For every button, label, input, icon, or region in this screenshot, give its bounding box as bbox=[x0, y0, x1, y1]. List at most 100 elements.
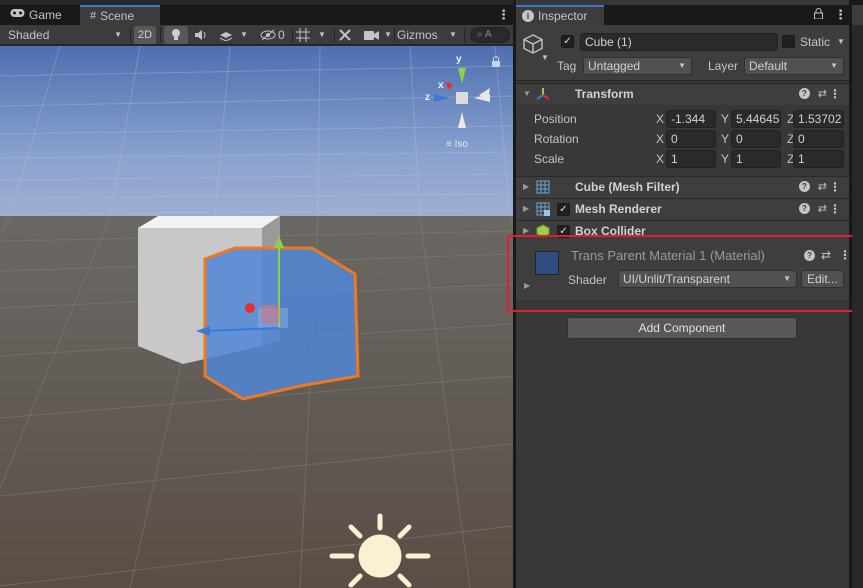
component-more-icon[interactable]: ⋮ bbox=[829, 180, 841, 194]
chevron-down-icon[interactable]: ▼ bbox=[837, 37, 845, 46]
scene-view-canvas[interactable] bbox=[0, 46, 513, 588]
foldout-closed-icon[interactable]: ▶ bbox=[523, 226, 529, 235]
static-checkbox[interactable] bbox=[782, 35, 795, 48]
scale-x-field[interactable]: 1 bbox=[666, 150, 716, 168]
chevron-down-icon[interactable]: ▼ bbox=[541, 53, 549, 62]
gizmos-dropdown[interactable]: Gizmos ▼ bbox=[397, 26, 461, 44]
gameobject-header: ▼ ✓ Cube (1) Static ▼ Tag Untagged ▼ Lay… bbox=[516, 25, 849, 81]
inspector-lock-icon[interactable] bbox=[814, 8, 823, 22]
position-y-label: Y bbox=[721, 112, 730, 126]
toggle-2d-button[interactable]: 2D bbox=[134, 26, 156, 44]
projection-toggle[interactable]: ≡ Iso bbox=[446, 139, 468, 150]
tab-scene-label: Scene bbox=[100, 9, 135, 23]
chevron-down-icon: ▼ bbox=[783, 274, 791, 283]
chevron-down-icon: ▼ bbox=[114, 30, 122, 39]
chevron-down-icon: ▼ bbox=[830, 61, 838, 70]
tab-inspector[interactable]: i Inspector bbox=[516, 5, 604, 25]
active-checkbox[interactable]: ✓ bbox=[561, 35, 574, 48]
transform-body: Position X -1.344 Y 5.44645 Z 1.53702 Ro… bbox=[516, 105, 849, 173]
hash-grid-icon: # bbox=[90, 10, 97, 22]
rotation-z-field[interactable]: 0 bbox=[793, 130, 844, 148]
camera-dropdown[interactable]: ▼ bbox=[364, 26, 394, 44]
tools-button[interactable] bbox=[338, 26, 356, 44]
foldout-closed-icon[interactable]: ▶ bbox=[523, 182, 529, 191]
add-component-button[interactable]: Add Component bbox=[567, 317, 797, 339]
transform-header[interactable]: ▼ Transform ? ⇄ ⋮ bbox=[516, 83, 849, 105]
hidden-count: 0 bbox=[278, 28, 285, 42]
chevron-down-icon: ▼ bbox=[384, 30, 392, 39]
component-more-icon[interactable]: ⋮ bbox=[839, 248, 851, 262]
position-y-field[interactable]: 5.44645 bbox=[731, 110, 781, 128]
gizmos-label: Gizmos bbox=[397, 28, 438, 42]
box-collider-enabled-checkbox[interactable]: ✓ bbox=[557, 225, 570, 238]
tag-dropdown[interactable]: Untagged ▼ bbox=[583, 57, 692, 75]
position-z-field[interactable]: 1.53702 bbox=[793, 110, 844, 128]
scale-y-field[interactable]: 1 bbox=[731, 150, 781, 168]
shader-edit-button[interactable]: Edit... bbox=[801, 270, 844, 288]
tools-wrench-icon bbox=[339, 29, 351, 41]
material-preview-swatch[interactable] bbox=[535, 251, 559, 275]
scene-viewport[interactable]: y x z ≡ Iso bbox=[0, 46, 513, 588]
preset-sliders-icon[interactable]: ⇄ bbox=[818, 202, 827, 215]
chevron-down-icon: ▼ bbox=[449, 30, 457, 39]
inspector-more-icon[interactable]: ⋮ bbox=[834, 8, 847, 21]
selected-cube[interactable] bbox=[203, 246, 360, 401]
shader-label: Shader bbox=[568, 273, 607, 287]
mesh-renderer-enabled-checkbox[interactable]: ✓ bbox=[557, 203, 570, 216]
effects-dropdown[interactable]: ▼ bbox=[218, 26, 248, 44]
axis-y-label: y bbox=[456, 54, 462, 65]
rotation-y-field[interactable]: 0 bbox=[731, 130, 781, 148]
help-icon[interactable]: ? bbox=[804, 250, 815, 261]
projection-lines-icon: ≡ bbox=[446, 139, 452, 150]
help-icon[interactable]: ? bbox=[798, 181, 810, 192]
grid-dropdown[interactable]: ▼ bbox=[296, 26, 330, 44]
tab-scene[interactable]: # Scene bbox=[80, 5, 160, 25]
static-label[interactable]: Static bbox=[800, 35, 830, 49]
tab-game[interactable]: Game bbox=[0, 5, 80, 25]
component-more-icon[interactable]: ⋮ bbox=[829, 202, 841, 216]
axis-z-label: z bbox=[425, 92, 430, 103]
rotation-x-label: X bbox=[656, 132, 665, 146]
rotation-label: Rotation bbox=[534, 132, 579, 146]
foldout-closed-icon[interactable]: ▶ bbox=[524, 281, 530, 290]
preset-sliders-icon[interactable]: ⇄ bbox=[821, 248, 831, 262]
position-x-field[interactable]: -1.344 bbox=[666, 110, 716, 128]
layer-label: Layer bbox=[708, 59, 739, 73]
audio-toggle[interactable] bbox=[194, 26, 214, 44]
lighting-toggle[interactable] bbox=[164, 26, 188, 44]
object-name-field[interactable]: Cube (1) bbox=[580, 33, 778, 51]
foldout-open-icon[interactable]: ▼ bbox=[523, 89, 531, 98]
divider bbox=[130, 28, 131, 42]
help-icon[interactable]: ? bbox=[798, 88, 810, 99]
component-more-icon[interactable]: ⋮ bbox=[829, 87, 841, 101]
mesh-renderer-header[interactable]: ▶ ✓ Mesh Renderer ? ⇄ ⋮ bbox=[516, 198, 849, 220]
material-section: Trans Parent Material 1 (Material) ? ⇄ ⋮… bbox=[516, 238, 851, 300]
help-icon[interactable]: ? bbox=[798, 203, 810, 214]
mesh-grid-icon bbox=[536, 180, 550, 194]
scene-more-icon[interactable]: ⋮ bbox=[497, 8, 510, 21]
transform-axes-icon bbox=[536, 88, 550, 100]
shader-dropdown[interactable]: UI/Unlit/Transparent ▼ bbox=[618, 270, 797, 288]
tab-game-label: Game bbox=[29, 8, 62, 22]
axis-x-label: x bbox=[438, 80, 444, 91]
shading-mode-dropdown[interactable]: Shaded ▼ bbox=[8, 26, 126, 44]
eye-slash-icon bbox=[260, 29, 276, 41]
scale-x-label: X bbox=[656, 152, 665, 166]
divider bbox=[394, 28, 395, 42]
projection-label: Iso bbox=[454, 139, 468, 150]
scale-z-field[interactable]: 1 bbox=[793, 150, 844, 168]
gamepad-icon bbox=[10, 5, 25, 25]
hidden-objects-toggle[interactable]: 0 bbox=[260, 26, 294, 44]
preset-sliders-icon[interactable]: ⇄ bbox=[818, 87, 827, 100]
scene-search-input[interactable]: ⌕ A bbox=[470, 27, 510, 43]
chevron-down-icon: ▼ bbox=[240, 30, 248, 39]
layer-dropdown[interactable]: Default ▼ bbox=[744, 57, 844, 75]
preset-sliders-icon[interactable]: ⇄ bbox=[818, 180, 827, 193]
scene-tabbar: Game # Scene ⋮ bbox=[0, 5, 513, 25]
rotation-x-field[interactable]: 0 bbox=[666, 130, 716, 148]
inspector-tabbar: i Inspector ⋮ bbox=[516, 5, 849, 25]
tag-value: Untagged bbox=[588, 59, 641, 73]
mesh-filter-header[interactable]: ▶ Cube (Mesh Filter) ? ⇄ ⋮ bbox=[516, 176, 849, 198]
tag-label: Tag bbox=[557, 59, 577, 73]
foldout-closed-icon[interactable]: ▶ bbox=[523, 204, 529, 213]
